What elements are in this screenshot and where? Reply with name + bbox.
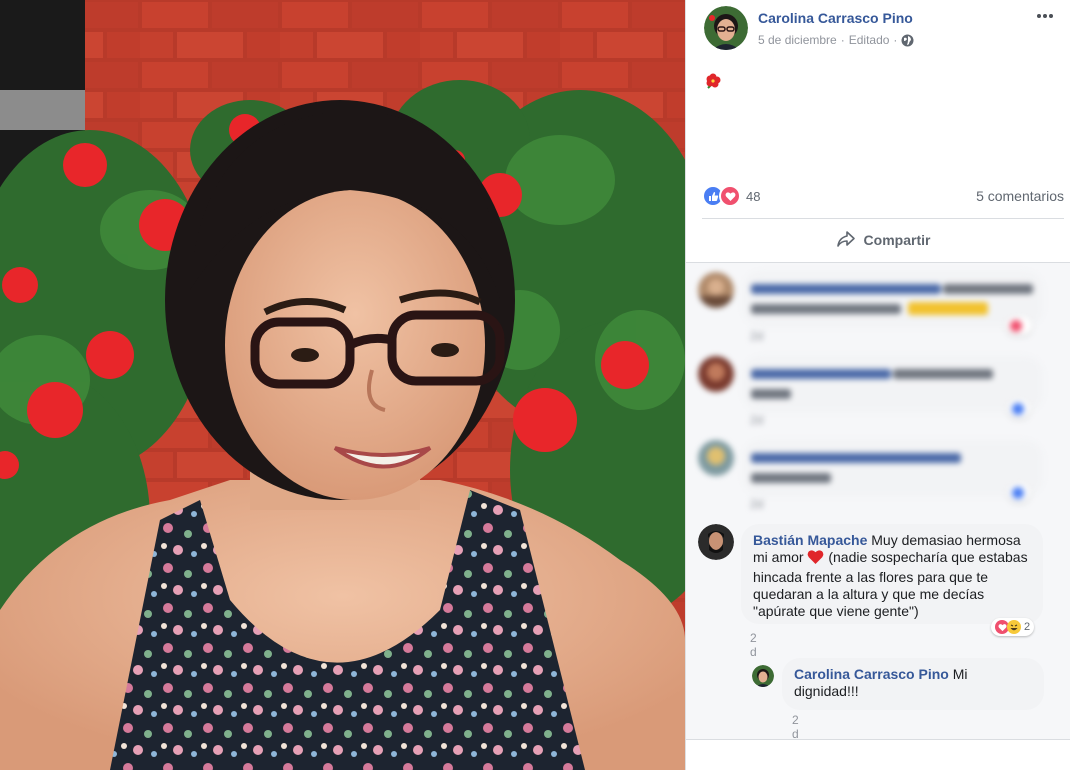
- reactions-summary: 48 5 comentarios: [702, 185, 1064, 207]
- comments-section: 2d 2d 2d Bastián Mapache Muy demasiao he…: [686, 263, 1070, 741]
- commenter-name[interactable]: Bastián Mapache: [753, 532, 867, 548]
- post-photo[interactable]: [0, 0, 685, 770]
- post-meta: 5 de diciembre · Editado ·: [758, 33, 914, 47]
- dot-icon: [1043, 14, 1047, 18]
- comment-bubble: [743, 356, 1043, 412]
- post-sidebar: Carolina Carrasco Pino 5 de diciembre · …: [685, 0, 1070, 770]
- comment-reaction-pill[interactable]: [1008, 484, 1030, 502]
- photo-image: [0, 0, 685, 770]
- divider: [702, 218, 1064, 219]
- comment-time[interactable]: 2d: [750, 329, 763, 343]
- hibiscus-flower-icon: [704, 72, 722, 90]
- comment-reaction-pill[interactable]: [1008, 400, 1030, 418]
- dot-icon: [1049, 14, 1053, 18]
- reply-avatar[interactable]: [752, 665, 774, 687]
- meta-separator: ·: [840, 33, 845, 47]
- commenter-avatar[interactable]: [698, 524, 734, 560]
- share-button[interactable]: Compartir: [702, 222, 1064, 258]
- comments-count-link[interactable]: 5 comentarios: [976, 188, 1064, 204]
- dot-icon: [1037, 14, 1041, 18]
- comment-bubble: [743, 271, 1043, 327]
- more-options-button[interactable]: [1034, 8, 1056, 24]
- haha-reaction-icon: [1007, 620, 1021, 634]
- commenter-avatar[interactable]: [698, 440, 734, 476]
- reply-time[interactable]: 2 d: [792, 713, 799, 741]
- commenter-avatar[interactable]: [698, 272, 734, 308]
- share-label: Compartir: [863, 232, 931, 248]
- author-name[interactable]: Carolina Carrasco Pino: [758, 10, 913, 26]
- comment-reaction-pill[interactable]: 2: [991, 618, 1035, 636]
- commenter-avatar[interactable]: [698, 356, 734, 392]
- comment-time[interactable]: 2 d: [750, 631, 757, 659]
- comment-time[interactable]: 2d: [750, 497, 763, 511]
- edited-label[interactable]: Editado: [849, 33, 890, 47]
- reply-author-name[interactable]: Carolina Carrasco Pino: [794, 666, 949, 682]
- globe-icon[interactable]: [901, 34, 914, 47]
- author-avatar[interactable]: [704, 6, 748, 50]
- post-date[interactable]: 5 de diciembre: [758, 33, 837, 47]
- meta-separator: ·: [893, 33, 898, 47]
- red-heart-icon: [807, 549, 824, 569]
- comment-bubble: [743, 440, 1043, 496]
- comment-reaction-count: 2: [1024, 621, 1031, 633]
- comment-reaction-pill[interactable]: [1006, 317, 1032, 335]
- comment-bubble: Bastián Mapache Muy demasiao hermosa mi …: [741, 524, 1043, 624]
- reaction-count[interactable]: 48: [746, 189, 760, 204]
- share-icon: [836, 230, 856, 251]
- reply-bubble: Carolina Carrasco Pino Mi dignidad!!!: [782, 658, 1044, 710]
- comment-time[interactable]: 2d: [750, 413, 763, 427]
- love-reaction-icon[interactable]: [719, 185, 741, 207]
- divider: [686, 739, 1070, 740]
